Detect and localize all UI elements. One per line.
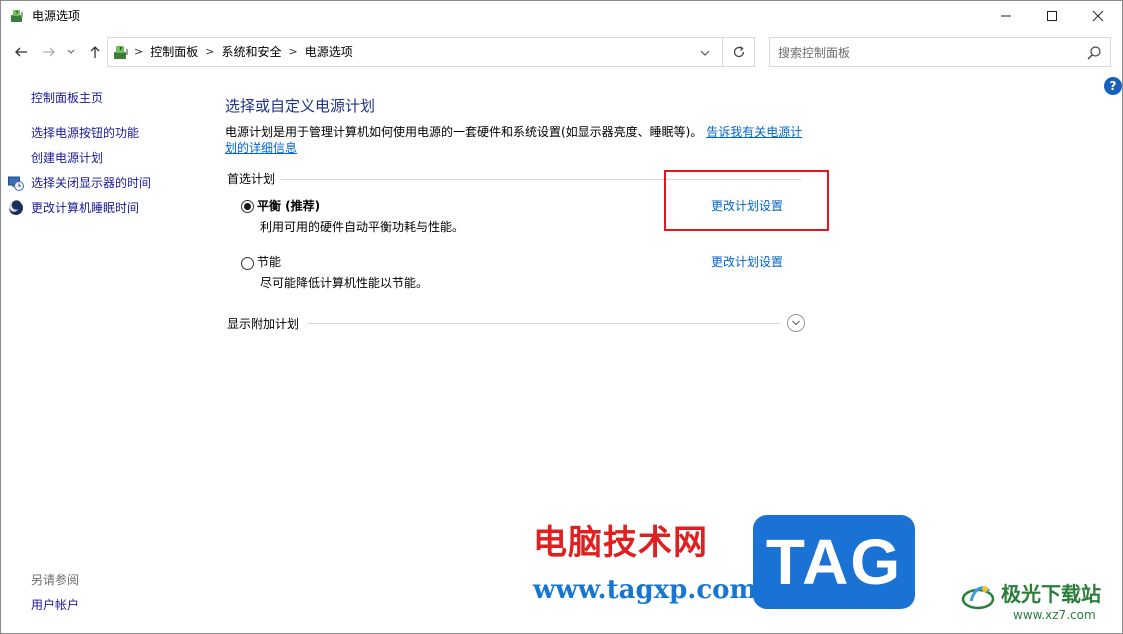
breadcrumb-separator: > — [134, 45, 144, 58]
title-bar: 电源选项 — [1, 1, 1122, 31]
sidebar-item-create-plan[interactable]: 创建电源计划 — [31, 151, 103, 165]
watermark-site-url: www.tagxp.com — [533, 575, 758, 605]
power-options-window: 电源选项 > 控制面板 > 系统和安全 > 电源选项 搜索控制面板 ? 控制面板… — [0, 0, 1123, 634]
highlight-annotation — [664, 170, 829, 231]
plan-balanced-radio[interactable] — [241, 200, 254, 213]
up-button[interactable] — [85, 42, 105, 62]
chevron-down-icon — [67, 49, 75, 54]
plan-power-saver-name[interactable]: 节能 — [257, 255, 281, 269]
back-arrow-icon — [15, 47, 27, 57]
watermark-logo-name: 极光下载站 — [1001, 582, 1101, 606]
sidebar-item-sleep-time[interactable]: 更改计算机睡眠时间 — [31, 201, 139, 215]
preferred-plans-heading: 首选计划 — [227, 172, 276, 186]
plan-power-saver-radio[interactable] — [241, 257, 254, 270]
search-input[interactable] — [778, 44, 1078, 61]
chevron-down-circle-icon — [792, 320, 800, 326]
window-title: 电源选项 — [32, 9, 81, 23]
maximize-button[interactable] — [1029, 1, 1075, 31]
sidebar-item-power-button[interactable]: 选择电源按钮的功能 — [31, 126, 139, 140]
breadcrumb-system-security[interactable]: 系统和安全 — [221, 45, 281, 59]
breadcrumb: > 控制面板 > 系统和安全 > 电源选项 — [134, 45, 353, 59]
breadcrumb-power-options[interactable]: 电源选项 — [305, 45, 353, 59]
section-divider — [307, 323, 780, 324]
forward-arrow-icon — [43, 47, 55, 57]
intro-paragraph: 电源计划是用于管理计算机如何使用电源的一套硬件和系统设置(如显示器亮度、睡眠等)… — [225, 124, 810, 156]
search-box[interactable] — [769, 37, 1111, 67]
maximize-icon — [1047, 11, 1057, 21]
chevron-down-icon — [700, 50, 710, 56]
refresh-button[interactable] — [723, 37, 755, 67]
power-options-icon — [114, 46, 128, 59]
see-also-heading: 另请参阅 — [31, 573, 80, 587]
watermark-tag-logo: TAG — [753, 515, 915, 609]
address-bar[interactable]: > 控制面板 > 系统和安全 > 电源选项 — [107, 37, 723, 67]
breadcrumb-control-panel[interactable]: 控制面板 — [150, 45, 198, 59]
sidebar-item-user-accounts[interactable]: 用户帐户 — [31, 598, 79, 612]
expand-additional-plans-button[interactable] — [787, 314, 805, 332]
minimize-icon — [1001, 15, 1011, 17]
refresh-icon — [733, 46, 744, 58]
plan-power-saver-description: 尽可能降低计算机性能以节能。 — [260, 276, 429, 290]
address-dropdown-button[interactable] — [696, 44, 714, 62]
minimize-button[interactable] — [983, 1, 1029, 31]
intro-text: 电源计划是用于管理计算机如何使用电源的一套硬件和系统设置(如显示器亮度、睡眠等)… — [225, 125, 703, 139]
sidebar-control-panel-home[interactable]: 控制面板主页 — [31, 91, 103, 105]
close-button[interactable] — [1075, 1, 1121, 31]
breadcrumb-separator[interactable]: > — [205, 45, 214, 59]
help-icon[interactable]: ? — [1104, 77, 1122, 95]
plan-balanced-description: 利用可用的硬件自动平衡功耗与性能。 — [260, 220, 465, 234]
plan-balanced-name[interactable]: 平衡 (推荐) — [257, 199, 320, 213]
show-additional-plans-label[interactable]: 显示附加计划 — [227, 317, 299, 331]
display-clock-icon — [8, 176, 24, 191]
back-button[interactable] — [11, 42, 31, 62]
recent-locations-button[interactable] — [64, 42, 78, 62]
search-icon[interactable] — [1086, 45, 1102, 61]
forward-button[interactable] — [39, 42, 59, 62]
watermark-site-name: 电脑技术网 — [533, 523, 708, 563]
power-options-icon — [11, 10, 23, 22]
aurora-logo-icon — [961, 586, 995, 610]
change-plan-settings-link-power-saver[interactable]: 更改计划设置 — [711, 255, 783, 269]
moon-icon — [8, 200, 23, 215]
close-icon — [1092, 10, 1104, 22]
breadcrumb-separator[interactable]: > — [288, 45, 297, 59]
page-title: 选择或自定义电源计划 — [225, 97, 376, 115]
watermark-logo-url: www.xz7.com — [1013, 608, 1096, 622]
up-arrow-icon — [90, 46, 100, 58]
sidebar-item-display-off-time[interactable]: 选择关闭显示器的时间 — [31, 176, 151, 190]
